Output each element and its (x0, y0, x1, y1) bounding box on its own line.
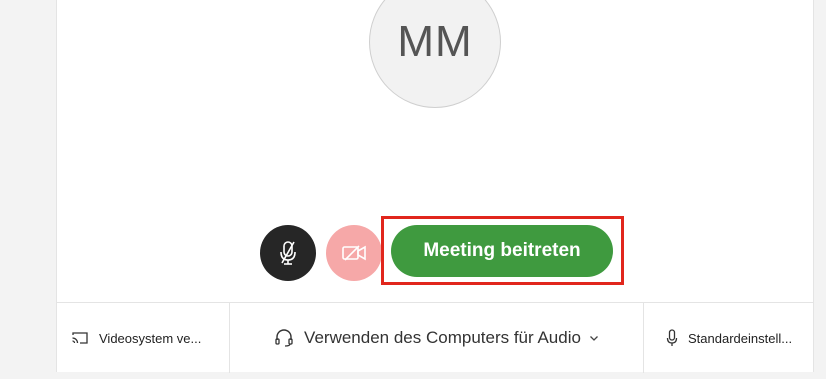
meeting-controls: Meeting beitreten (57, 216, 813, 285)
avatar-initials: MM (397, 17, 473, 66)
microphone-muted-icon (275, 239, 301, 267)
meeting-preview-panel: MM Meeting beitreten Videosystem ve... V… (56, 0, 814, 373)
avatar: MM (369, 0, 501, 108)
microphone-label: Standardeinstell... (688, 330, 793, 346)
chevron-down-icon (589, 334, 599, 342)
cast-screen-icon (71, 331, 89, 345)
audio-label: Verwenden des Computers für Audio (304, 328, 581, 347)
headset-icon (274, 328, 294, 348)
join-meeting-button[interactable]: Meeting beitreten (391, 225, 613, 277)
audio-select-button[interactable]: Verwenden des Computers für Audio (230, 303, 644, 373)
microphone-select-button[interactable]: Standardeinstell... (644, 303, 813, 373)
microphone-icon (666, 329, 678, 347)
video-system-button[interactable]: Videosystem ve... (57, 303, 230, 373)
join-meeting-label: Meeting beitreten (423, 240, 581, 261)
video-toggle-button[interactable] (326, 225, 382, 281)
video-system-label: Videosystem ve... (99, 330, 202, 346)
video-off-icon (340, 242, 368, 264)
bottom-bar: Videosystem ve... Verwenden des Computer… (57, 302, 813, 373)
mute-button[interactable] (260, 225, 316, 281)
